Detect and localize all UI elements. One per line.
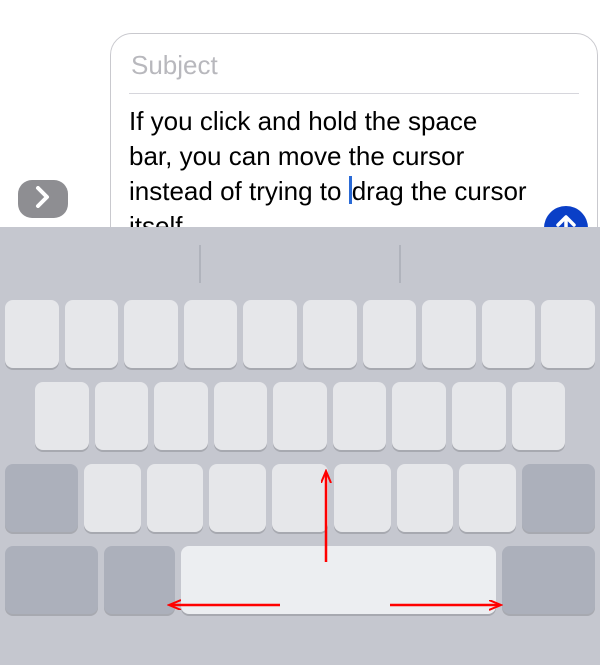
delete-key[interactable] bbox=[522, 464, 595, 532]
expand-actions-button[interactable] bbox=[18, 180, 68, 218]
blank-key[interactable] bbox=[147, 464, 203, 532]
blank-key[interactable] bbox=[334, 464, 390, 532]
blank-key[interactable] bbox=[35, 382, 89, 450]
blank-key[interactable] bbox=[482, 300, 536, 368]
emoji-key[interactable] bbox=[104, 546, 176, 614]
subject-field[interactable]: Subject bbox=[129, 46, 579, 94]
blank-key[interactable] bbox=[5, 300, 59, 368]
blank-key[interactable] bbox=[392, 382, 446, 450]
blank-key[interactable] bbox=[214, 382, 268, 450]
return-key[interactable] bbox=[502, 546, 595, 614]
number-mode-key[interactable] bbox=[5, 546, 98, 614]
suggestion-bar bbox=[0, 227, 600, 300]
blank-key[interactable] bbox=[303, 300, 357, 368]
blank-key[interactable] bbox=[422, 300, 476, 368]
chevron-right-icon bbox=[35, 186, 51, 213]
body-space bbox=[341, 176, 348, 206]
suggestion-divider bbox=[399, 245, 401, 283]
blank-key[interactable] bbox=[452, 382, 506, 450]
blank-key[interactable] bbox=[124, 300, 178, 368]
shift-key[interactable] bbox=[5, 464, 78, 532]
blank-key[interactable] bbox=[154, 382, 208, 450]
blank-key[interactable] bbox=[184, 300, 238, 368]
blank-key[interactable] bbox=[273, 382, 327, 450]
key-row bbox=[5, 546, 595, 614]
blank-key[interactable] bbox=[333, 382, 387, 450]
blank-key[interactable] bbox=[84, 464, 140, 532]
blank-key[interactable] bbox=[209, 464, 265, 532]
blank-key[interactable] bbox=[243, 300, 297, 368]
blank-key[interactable] bbox=[541, 300, 595, 368]
blank-key[interactable] bbox=[363, 300, 417, 368]
blank-key[interactable] bbox=[397, 464, 453, 532]
blank-key[interactable] bbox=[95, 382, 149, 450]
message-body-field[interactable]: If you click and hold the space bar, you… bbox=[129, 94, 579, 244]
space-bar[interactable] bbox=[181, 546, 496, 614]
blank-key[interactable] bbox=[459, 464, 515, 532]
blank-key[interactable] bbox=[65, 300, 119, 368]
blank-key[interactable] bbox=[272, 464, 328, 532]
blank-key[interactable] bbox=[512, 382, 566, 450]
key-row bbox=[5, 300, 595, 368]
suggestion-divider bbox=[199, 245, 201, 283]
key-row bbox=[5, 382, 595, 450]
onscreen-keyboard-trackpad[interactable] bbox=[0, 227, 600, 665]
key-row bbox=[5, 464, 595, 532]
